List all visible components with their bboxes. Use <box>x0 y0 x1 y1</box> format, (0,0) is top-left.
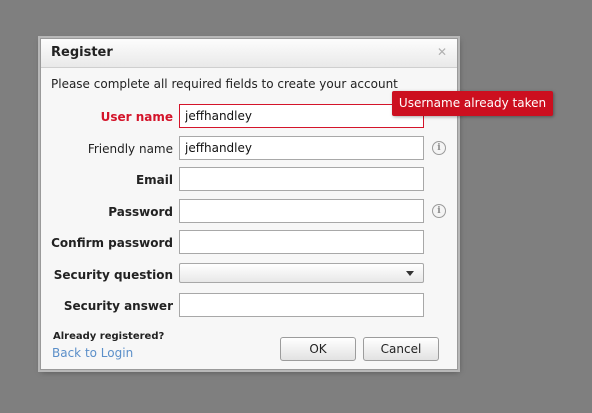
cancel-button[interactable]: Cancel <box>363 337 439 361</box>
security-question-select[interactable] <box>179 263 424 283</box>
info-icon[interactable]: i <box>432 204 446 218</box>
security-answer-input[interactable] <box>179 293 424 317</box>
back-to-login-link[interactable]: Back to Login <box>52 346 133 360</box>
info-icon[interactable]: i <box>432 141 446 155</box>
close-icon[interactable]: ✕ <box>435 45 449 59</box>
security-question-row: Security question <box>41 262 459 288</box>
dialog-titlebar: Register ✕ <box>41 39 457 68</box>
confirm-password-input[interactable] <box>179 230 424 254</box>
email-input[interactable] <box>179 167 424 191</box>
chevron-down-icon <box>406 271 414 276</box>
dialog-subtitle: Please complete all required fields to c… <box>51 77 398 91</box>
register-dialog: Register ✕ Please complete all required … <box>40 38 458 370</box>
security-question-label: Security question <box>53 268 173 282</box>
already-registered-text: Already registered? <box>53 331 165 342</box>
security-answer-label: Security answer <box>63 299 173 313</box>
friendly-name-label: Friendly name <box>87 142 173 156</box>
password-row: Password i <box>41 199 459 225</box>
email-label: Email <box>135 173 173 187</box>
confirm-password-label: Confirm password <box>51 236 173 250</box>
confirm-password-row: Confirm password <box>41 230 459 256</box>
password-input[interactable] <box>179 199 424 223</box>
friendly-name-row: Friendly name i <box>41 136 459 162</box>
username-input[interactable] <box>179 104 424 128</box>
password-label: Password <box>108 205 173 219</box>
dialog-title: Register <box>51 45 113 60</box>
friendly-name-input[interactable] <box>179 136 424 160</box>
ok-button[interactable]: OK <box>280 337 356 361</box>
email-row: Email <box>41 167 459 193</box>
security-answer-row: Security answer <box>41 293 459 319</box>
username-label: User name <box>100 110 173 124</box>
username-error-tooltip: Username already taken <box>392 91 553 116</box>
